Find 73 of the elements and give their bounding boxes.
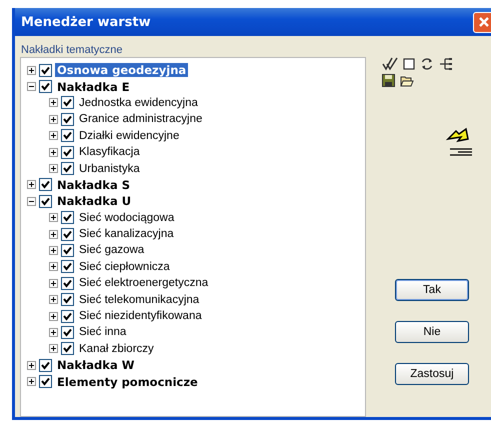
checkbox[interactable] — [39, 358, 52, 372]
tree-item[interactable]: Osnowa geodezyjna — [55, 63, 188, 78]
checkbox[interactable] — [39, 375, 52, 388]
hierarchy-icon[interactable] — [439, 56, 453, 70]
collapse-icon[interactable] — [27, 82, 36, 92]
checkbox[interactable] — [61, 228, 74, 241]
checkbox[interactable] — [61, 293, 74, 306]
tree-item[interactable]: Elementy pomocnicze — [55, 374, 200, 389]
square-icon[interactable] — [403, 58, 415, 70]
tree-item[interactable]: Nakładka U — [55, 194, 134, 208]
checkbox[interactable] — [39, 64, 52, 77]
tree-item[interactable]: Granice administracyjne — [77, 113, 204, 126]
expand-icon[interactable] — [49, 114, 58, 124]
expand-icon[interactable] — [27, 360, 36, 370]
dialog-button[interactable]: Zastosuj — [395, 363, 469, 385]
expand-icon[interactable] — [49, 230, 58, 239]
collapse-icon[interactable] — [27, 196, 36, 206]
save-icon[interactable] — [382, 74, 395, 87]
expand-icon[interactable] — [49, 344, 58, 354]
expand-icon[interactable] — [49, 278, 58, 288]
checkbox[interactable] — [61, 112, 74, 126]
checkbox[interactable] — [39, 178, 52, 192]
tree-item[interactable]: Sieć inna — [77, 326, 128, 338]
tree-item[interactable]: Sieć elektroenergetyczna — [77, 277, 210, 290]
group-title: Nakładki tematyczne — [20, 43, 124, 57]
tree-item[interactable]: Nakładka E — [55, 80, 132, 94]
expand-icon[interactable] — [49, 295, 58, 304]
expand-icon[interactable] — [49, 164, 58, 174]
tree-item[interactable]: Jednostka ewidencyjna — [77, 96, 200, 109]
tree-item[interactable]: Sieć telekomunikacyjna — [77, 294, 202, 306]
tree-item[interactable]: Klasyfikacja — [77, 146, 142, 158]
tree-item[interactable]: Nakładka W — [55, 358, 136, 372]
checkbox[interactable] — [61, 244, 74, 257]
expand-icon[interactable] — [49, 262, 58, 272]
expand-icon[interactable] — [49, 213, 58, 222]
expand-icon[interactable] — [49, 98, 58, 108]
checkbox[interactable] — [61, 260, 74, 274]
checkbox[interactable] — [39, 194, 52, 208]
checkbox[interactable] — [61, 162, 74, 176]
refresh-icon[interactable] — [420, 56, 434, 70]
window-title: Menedżer warstw — [21, 14, 151, 30]
checkbox[interactable] — [61, 276, 74, 290]
tree-item[interactable]: Kanał zbiorczy — [77, 342, 156, 355]
close-button[interactable] — [473, 12, 491, 32]
close-icon — [478, 16, 490, 28]
dialog-button[interactable]: Tak — [395, 279, 469, 301]
dialog-button[interactable]: Nie — [395, 321, 469, 343]
expand-icon[interactable] — [49, 312, 58, 321]
checkbox[interactable] — [61, 129, 74, 142]
tree-item[interactable]: Sieć kanalizacyjna — [77, 228, 176, 240]
tree-item[interactable]: Sieć gazowa — [77, 244, 146, 256]
checkbox[interactable] — [61, 96, 74, 110]
expand-icon[interactable] — [49, 148, 58, 157]
expand-icon[interactable] — [27, 180, 36, 190]
checkbox[interactable] — [61, 326, 74, 339]
tree-item[interactable]: Sieć ciepłownicza — [77, 260, 172, 273]
expand-icon[interactable] — [49, 328, 58, 337]
tree-item[interactable]: Działki ewidencyjne — [77, 130, 182, 142]
checkbox[interactable] — [61, 211, 74, 224]
checkbox[interactable] — [61, 146, 74, 159]
tree-item[interactable]: Nakładka S — [55, 178, 132, 192]
expand-icon[interactable] — [49, 131, 58, 140]
expand-icon[interactable] — [49, 246, 58, 255]
tree-item[interactable]: Sieć niezidentyfikowana — [77, 310, 204, 322]
tree-item[interactable]: Sieć wodociągowa — [77, 212, 176, 224]
tree-item[interactable]: Urbanistyka — [77, 162, 142, 175]
checkbox[interactable] — [61, 342, 74, 356]
checkbox[interactable] — [39, 80, 52, 94]
expand-icon[interactable] — [27, 377, 36, 386]
expand-icon[interactable] — [27, 66, 36, 75]
check-all-icon[interactable] — [382, 56, 398, 70]
open-folder-icon[interactable] — [400, 74, 414, 86]
checkbox[interactable] — [61, 310, 74, 323]
